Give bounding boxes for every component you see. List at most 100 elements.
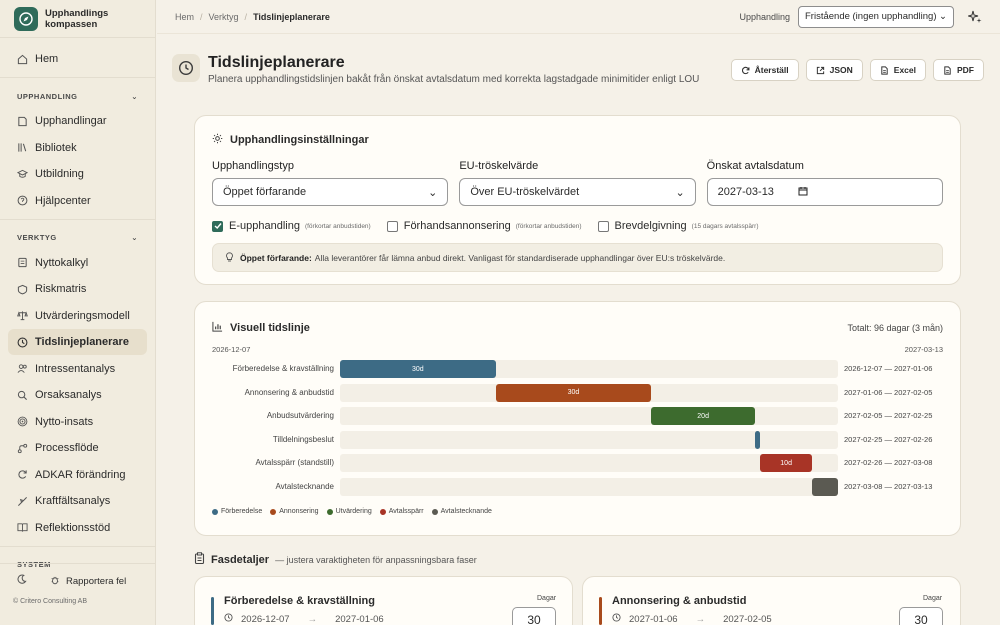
export-pdf-button[interactable]: PDF <box>933 59 984 81</box>
timeline-bar[interactable] <box>755 430 761 449</box>
breadcrumb-hem[interactable]: Hem <box>175 12 194 22</box>
sidebar-item-upphandlingar[interactable]: Upphandlingar <box>8 108 147 134</box>
sidebar-item-tidslinjeplanerare[interactable]: Tidslinjeplanerare <box>8 329 147 355</box>
sidebar-item-reflektionsstöd[interactable]: Reflektionsstöd <box>8 515 147 541</box>
timeline-row-label: Anbudsutvärdering <box>266 411 334 421</box>
timeline-card: Visuell tidslinje Totalt: 96 dagar (3 må… <box>194 301 961 536</box>
compass-logo-icon <box>14 6 38 31</box>
sidebar-item-label: Kraftfältsanalys <box>35 495 111 507</box>
topbar: Hem / Verktyg / Tidslinjeplanerare Uppha… <box>157 0 1000 34</box>
checkbox-label[interactable]: Brevdelgivning <box>615 220 687 232</box>
sidebar-item-nytto-insats[interactable]: Nytto-insats <box>8 409 147 435</box>
sidebar-item-processflöde[interactable]: Processflöde <box>8 435 147 461</box>
copyright: © Critero Consulting AB <box>13 598 88 605</box>
page-subtitle: Planera upphandlingstidslinjen bakåt frå… <box>208 74 700 85</box>
timeline-track: 30d <box>340 383 838 402</box>
chevron-down-icon: ⌄ <box>131 233 138 242</box>
timeline-bar[interactable]: 30d <box>495 383 652 402</box>
timeline-bar[interactable]: 10d <box>760 454 813 473</box>
sidebar-item-kraftfältsanalys[interactable]: Kraftfältsanalys <box>8 488 147 514</box>
legend-swatch <box>270 508 277 515</box>
sidebar-item-hjälpcenter[interactable]: Hjälpcenter <box>8 188 147 214</box>
intressentanalys-icon <box>17 363 28 374</box>
sidebar-item-utvärderingsmodell[interactable]: Utvärderingsmodell <box>8 303 147 329</box>
brand-line2: kompassen <box>45 18 98 30</box>
timeline-bar[interactable]: 30d <box>340 360 496 378</box>
checkbox-brevdelgivning[interactable] <box>597 220 609 232</box>
sidebar-item-orsaksanalys[interactable]: Orsaksanalys <box>8 382 147 408</box>
timeline-row: Annonsering & anbudstid 30d 2027-01-06 — 2… <box>195 383 960 402</box>
threshold-label: EU-tröskelvärde <box>459 160 539 172</box>
checkbox-f-rhandsannonsering[interactable] <box>386 220 398 232</box>
calendar-icon[interactable] <box>798 186 808 199</box>
lightbulb-icon <box>225 251 234 264</box>
phase-end: 2027-02-05 <box>723 613 772 625</box>
contract-date-input[interactable]: 2027-03-13 <box>706 178 943 206</box>
days-input[interactable]: 30 <box>512 607 556 625</box>
brand-line1: Upphandlings <box>45 7 109 19</box>
checkbox-label[interactable]: Förhandsannonsering <box>404 220 511 232</box>
sidebar-item-label: Hem <box>35 53 59 65</box>
sidebar-item-riskmatris[interactable]: Riskmatris <box>8 276 147 302</box>
phase-details-title: Fasdetaljer <box>211 553 270 566</box>
procurement-type-select[interactable]: Öppet förfarande ⌄ <box>212 178 449 206</box>
breadcrumb-verktyg[interactable]: Verktyg <box>209 12 239 22</box>
sidebar-item-intressentanalys[interactable]: Intressentanalys <box>8 356 147 382</box>
processflöde-icon <box>17 443 28 454</box>
sidebar-item-utbildning[interactable]: Utbildning <box>8 161 147 187</box>
timeline-row-range: 2027-01-06 — 2027-02-05 <box>844 387 933 397</box>
page-header: Tidslinjeplanerare Planera upphandlingst… <box>172 54 984 94</box>
settings-card: Upphandlingsinställningar Upphandlingsty… <box>194 115 961 285</box>
brand[interactable]: Upphandlings kompassen <box>0 0 155 38</box>
export-excel-button[interactable]: Excel <box>869 59 926 81</box>
sidebar-item-label: Upphandlingar <box>35 115 107 127</box>
legend-swatch <box>431 508 438 515</box>
procurement-label: Upphandling <box>739 11 790 22</box>
utvärderingsmodell-icon <box>17 310 28 321</box>
phase-name: Annonsering & anbudstid <box>612 595 747 607</box>
phase-name: Förberedelse & kravställning <box>224 595 375 607</box>
sparkle-icon[interactable] <box>966 10 982 24</box>
sidebar-item-hem[interactable]: Hem <box>8 46 147 72</box>
bar-chart-icon <box>212 321 223 335</box>
reset-button[interactable]: Återställ <box>730 59 799 81</box>
timeline-row-range: 2026-12-07 — 2027-01-06 <box>844 364 933 373</box>
arrow-right-icon: → <box>307 613 318 625</box>
tidslinjeplanerare-icon <box>17 337 28 348</box>
eu-threshold-select[interactable]: Över EU-tröskelvärdet ⌄ <box>459 178 696 206</box>
procurement-select[interactable]: Fristående (ingen upphandling) ⌄ <box>798 5 954 28</box>
clock-icon <box>224 613 233 625</box>
section-upphandling[interactable]: UPPHANDLING ⌄ <box>8 84 147 108</box>
chevron-down-icon: ⌄ <box>939 11 947 22</box>
legend-item: Avtalstecknande <box>431 508 492 515</box>
phase-color-stripe <box>211 597 214 625</box>
report-bug-link[interactable]: Rapportera fel <box>66 576 126 587</box>
legend-item: Avtalsspärr <box>379 508 424 515</box>
phase-color-stripe <box>599 597 602 625</box>
export-json-button[interactable]: JSON <box>805 59 863 81</box>
days-input[interactable]: 30 <box>899 607 943 625</box>
sidebar-item-bibliotek[interactable]: Bibliotek <box>8 135 147 161</box>
timeline-legend: Förberedelse Annonsering Utvärdering Avtals… <box>212 508 492 515</box>
days-label: Dagar <box>537 595 557 602</box>
sidebar-item-label: Hjälpcenter <box>35 194 91 207</box>
sidebar-nav: Hem UPPHANDLING ⌄ Upphandlingar Bibliotek… <box>0 38 155 577</box>
phase-card: Förberedelse & kravställning 2026-12-07 → 2… <box>194 576 573 625</box>
checkbox-e-upphandling[interactable] <box>212 220 223 232</box>
sidebar-item-nyttokalkyl[interactable]: Nyttokalkyl <box>8 250 147 276</box>
checkbox-label[interactable]: E-upphandling <box>229 220 300 232</box>
orsaksanalys-icon <box>17 390 28 401</box>
sidebar-item-label: Tidslinjeplanerare <box>35 336 129 348</box>
bug-icon <box>50 575 60 588</box>
nytto-insats-icon <box>17 416 28 427</box>
timeline-row-label: Tilldelningsbeslut <box>272 434 334 444</box>
sidebar-item-adkar-förändring[interactable]: ADKAR förändring <box>8 462 147 488</box>
timeline-bar[interactable] <box>812 478 838 496</box>
timeline-row-label: Avtalsspärr (standstill) <box>255 458 334 468</box>
legend-swatch <box>212 508 218 515</box>
moon-icon[interactable] <box>16 574 28 588</box>
sidebar-item-label: Reflektionsstöd <box>35 521 111 534</box>
timeline-end-date: 2027-03-13 <box>904 345 943 354</box>
timeline-bar[interactable]: 20d <box>651 407 755 426</box>
section-verktyg[interactable]: VERKTYG ⌄ <box>8 226 147 250</box>
